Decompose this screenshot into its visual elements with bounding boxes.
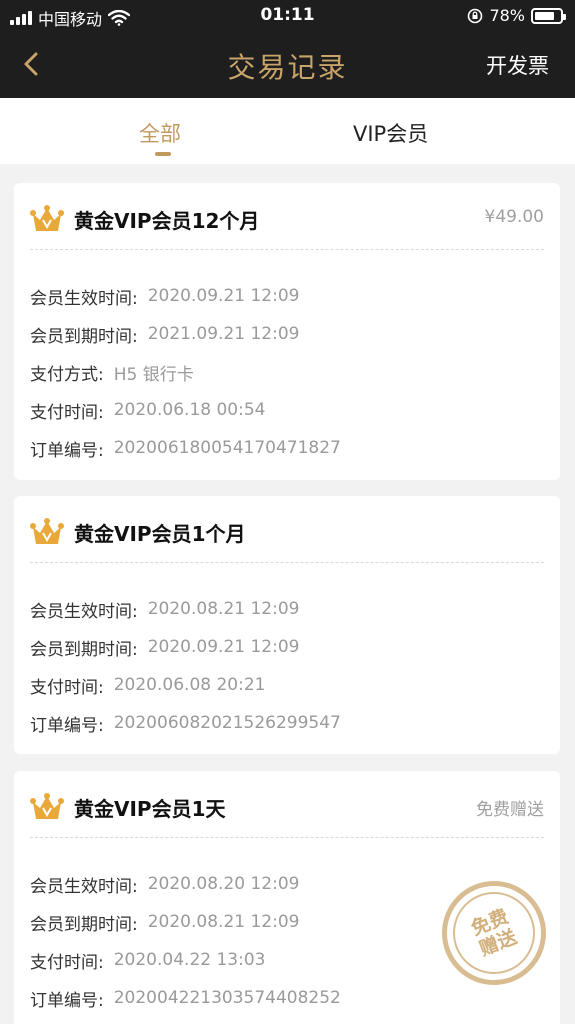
status-bar: 中国移动 01:11 78% <box>0 0 575 32</box>
detail-label: 支付方式: <box>30 364 104 385</box>
stamp-text: 免费赠送 <box>468 905 520 961</box>
battery-percent: 78% <box>489 6 525 25</box>
detail-row: 支付时间: 2020.06.08 20:21 <box>30 666 341 704</box>
detail-label: 会员生效时间: <box>30 601 138 622</box>
card-title: 黄金VIP会员1个月 <box>74 522 246 546</box>
card-price: ¥49.00 <box>484 207 544 227</box>
active-tab-indicator <box>155 152 171 156</box>
detail-label: 订单编号: <box>30 440 104 461</box>
divider <box>30 837 544 838</box>
detail-value: 2020.08.21 12:09 <box>147 912 300 932</box>
detail-row: 会员生效时间: 2020.08.20 12:09 <box>30 865 341 903</box>
detail-label: 支付时间: <box>30 677 104 698</box>
card-header: 黄金VIP会员1天 免费赠送 <box>30 789 544 829</box>
detail-row: 会员到期时间: 2020.09.21 12:09 <box>30 628 341 666</box>
invoice-button[interactable]: 开发票 <box>486 50 549 80</box>
detail-value: 20200618005417047182​7 <box>113 438 341 458</box>
crown-icon <box>30 793 64 819</box>
detail-row: 支付方式: H5 银行卡 <box>30 353 341 391</box>
detail-label: 会员到期时间: <box>30 914 138 935</box>
detail-value: H5 银行卡 <box>113 364 194 385</box>
transaction-card[interactable]: 黄金VIP会员1个月 会员生效时间: 2020.08.21 12:09 会员到期时… <box>14 496 560 754</box>
detail-list: 会员生效时间: 2020.08.21 12:09 会员到期时间: 2020.09.2… <box>30 590 341 742</box>
detail-value: 2020.08.21 12:09 <box>147 599 300 619</box>
tab-bar: 全部 VIP会员 <box>0 98 575 164</box>
detail-label: 支付时间: <box>30 952 104 973</box>
detail-label: 支付时间: <box>30 402 104 423</box>
stamp-inner-ring: 免费赠送 <box>453 892 535 974</box>
detail-row: 支付时间: 2020.06.18 00:54 <box>30 391 341 429</box>
detail-value: 2020.06.08 20:21 <box>113 675 266 695</box>
divider <box>30 249 544 250</box>
nav-bar: 交易记录 开发票 <box>0 32 575 98</box>
detail-label: 会员到期时间: <box>30 326 138 347</box>
detail-label: 会员到期时间: <box>30 639 138 660</box>
detail-row: 会员到期时间: 2020.08.21 12:09 <box>30 903 341 941</box>
detail-value: 2021.09.21 12:09 <box>147 324 300 344</box>
transaction-card[interactable]: 黄金VIP会员1天 免费赠送 会员生效时间: 2020.08.20 12:09 会… <box>14 771 560 1024</box>
detail-row: 会员生效时间: 2020.09.21 12:09 <box>30 277 341 315</box>
detail-row: 会员生效时间: 2020.08.21 12:09 <box>30 590 341 628</box>
free-gift-label: 免费赠送 <box>476 800 544 820</box>
battery-icon <box>531 7 566 24</box>
free-gift-stamp: 免费赠送 <box>442 881 546 985</box>
detail-list: 会员生效时间: 2020.08.20 12:09 会员到期时间: 2020.08.2… <box>30 865 341 1017</box>
rotation-lock-icon <box>468 8 483 23</box>
detail-value: 2020.04.22 13:03 <box>113 950 266 970</box>
card-title: 黄金VIP会员1天 <box>74 797 226 821</box>
detail-value: 2020.09.21 12:09 <box>147 637 300 657</box>
card-header: 黄金VIP会员1个月 <box>30 514 544 554</box>
status-right: 78% <box>467 6 566 25</box>
detail-value: 2020.09.21 12:09 <box>147 286 300 306</box>
card-header: 黄金VIP会员12个月 ¥49.00 <box>30 201 544 241</box>
detail-label: 会员生效时间: <box>30 876 138 897</box>
detail-label: 订单编号: <box>30 990 104 1011</box>
detail-label: 订单编号: <box>30 715 104 736</box>
card-title: 黄金VIP会员12个月 <box>74 209 260 233</box>
detail-row: 会员到期时间: 2021.09.21 12:09 <box>30 315 341 353</box>
detail-row: 支付时间: 2020.04.22 13:03 <box>30 941 341 979</box>
app-header: 中国移动 01:11 78% 交易记录 开发票 <box>0 0 575 98</box>
detail-value: 2020.06.18 00:54 <box>113 400 266 420</box>
crown-icon <box>30 205 64 231</box>
battery-fill <box>535 11 554 20</box>
divider <box>30 562 544 563</box>
detail-value: 2020.08.20 12:09 <box>147 874 300 894</box>
transaction-card[interactable]: 黄金VIP会员12个月 ¥49.00 会员生效时间: 2020.09.21 12:… <box>14 183 560 480</box>
detail-label: 会员生效时间: <box>30 288 138 309</box>
detail-list: 会员生效时间: 2020.09.21 12:09 会员到期时间: 2021.09.2… <box>30 277 341 467</box>
crown-icon <box>30 518 64 544</box>
detail-row: 订单编号: 20200608202152629954​7 <box>30 704 341 742</box>
tab-vip[interactable]: VIP会员 <box>353 118 428 148</box>
detail-row: 订单编号: 20200618005417047182​7 <box>30 429 341 467</box>
detail-row: 订单编号: 20200422130357440825​2 <box>30 979 341 1017</box>
detail-value: 20200608202152629954​7 <box>113 713 341 733</box>
tab-all[interactable]: 全部 <box>139 118 181 148</box>
detail-value: 20200422130357440825​2 <box>113 988 341 1008</box>
